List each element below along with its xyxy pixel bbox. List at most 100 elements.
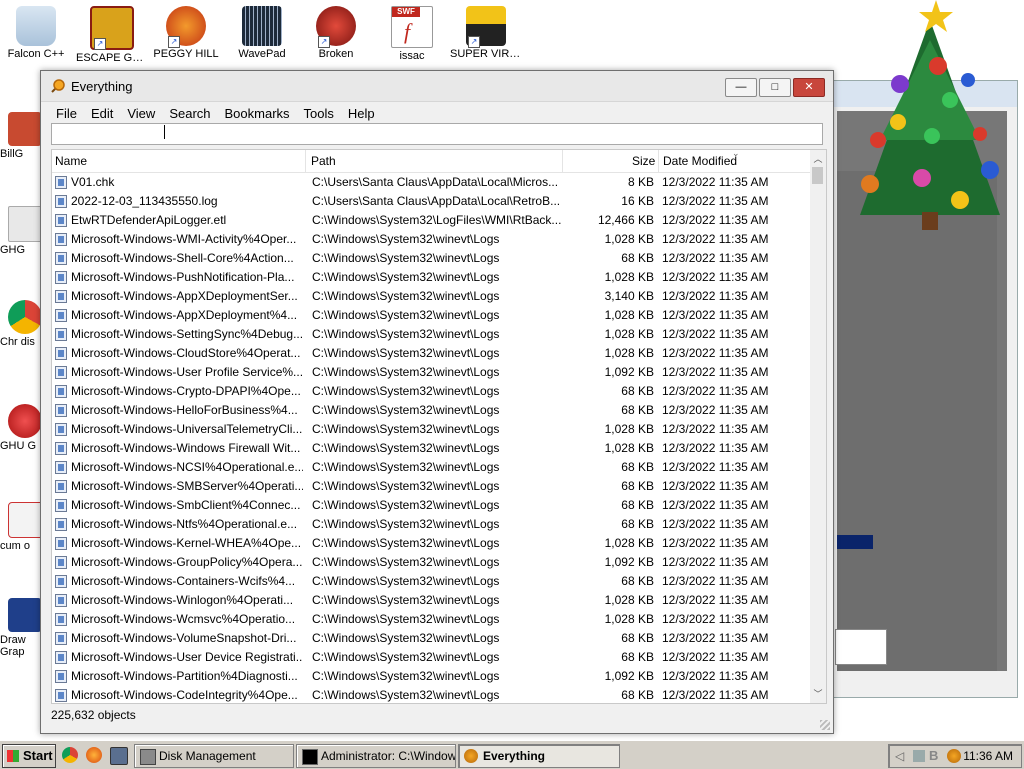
console-icon bbox=[302, 749, 318, 765]
desktop-icon-escape-ggp[interactable]: ↗ ESCAPE GGP bbox=[76, 0, 148, 64]
column-header-name[interactable]: Name bbox=[55, 154, 87, 168]
table-row[interactable]: Microsoft-Windows-NCSI%4Operational.e...… bbox=[52, 458, 810, 477]
scroll-down-icon[interactable]: ﹀ bbox=[810, 687, 826, 701]
table-row[interactable]: Microsoft-Windows-SmbClient%4Connec... C:… bbox=[52, 496, 810, 515]
volume-icon[interactable]: ◁ bbox=[895, 749, 909, 763]
table-row[interactable]: Microsoft-Windows-SMBServer%4Operati... C… bbox=[52, 477, 810, 496]
resize-grip[interactable] bbox=[820, 720, 830, 730]
background-window-pane bbox=[837, 171, 997, 671]
desktop-icon-label: SUPER VIRUS bbox=[450, 48, 522, 60]
vertical-scrollbar[interactable]: ︿ ﹀ bbox=[810, 150, 826, 703]
desktop-icon-ghu[interactable]: GHU G bbox=[0, 404, 40, 452]
minimize-button[interactable]: — bbox=[725, 78, 757, 97]
table-row[interactable]: Microsoft-Windows-Winlogon%4Operati... C:… bbox=[52, 591, 810, 610]
clock[interactable]: 11:36 AM bbox=[963, 749, 1013, 763]
column-separator[interactable] bbox=[658, 150, 659, 172]
network-icon[interactable] bbox=[913, 750, 925, 762]
desktop-icon-billg[interactable]: BillG bbox=[0, 112, 40, 160]
firefox-icon[interactable] bbox=[86, 747, 102, 763]
table-row[interactable]: Microsoft-Windows-VolumeSnapshot-Dri... C… bbox=[52, 629, 810, 648]
table-row[interactable]: Microsoft-Windows-SettingSync%4Debug... C… bbox=[52, 325, 810, 344]
column-separator[interactable] bbox=[305, 150, 306, 172]
desktop-icon-super-virus[interactable]: ↗ SUPER VIRUS bbox=[450, 0, 522, 60]
desktop-icon-cum[interactable]: cum o bbox=[0, 502, 40, 552]
scroll-thumb[interactable] bbox=[812, 167, 823, 184]
table-row[interactable]: Microsoft-Windows-GroupPolicy%4Opera... C… bbox=[52, 553, 810, 572]
background-dropdown[interactable] bbox=[835, 629, 887, 665]
table-row[interactable]: Microsoft-Windows-Containers-Wcifs%4... C… bbox=[52, 572, 810, 591]
desktop-icon-label: GHG bbox=[0, 244, 26, 256]
file-size: 1,028 KB bbox=[604, 232, 654, 246]
file-size: 68 KB bbox=[621, 460, 654, 474]
table-row[interactable]: Microsoft-Windows-User Device Registrati… bbox=[52, 648, 810, 667]
table-row[interactable]: Microsoft-Windows-WMI-Activity%4Oper... C… bbox=[52, 230, 810, 249]
everything-tray-icon[interactable] bbox=[947, 749, 961, 763]
table-row[interactable]: Microsoft-Windows-Ntfs%4Operational.e...… bbox=[52, 515, 810, 534]
file-size: 1,028 KB bbox=[604, 270, 654, 284]
maximize-button[interactable]: □ bbox=[759, 78, 791, 97]
desktop-icon-issac[interactable]: SWF f issac bbox=[376, 0, 448, 62]
results-list[interactable]: Name Path Size Date Modified ⌄ V01.chk C:… bbox=[51, 149, 827, 704]
table-row[interactable]: EtwRTDefenderApiLogger.etl C:\Windows\Sys… bbox=[52, 211, 810, 230]
file-name: Microsoft-Windows-Kernel-WHEA%4Ope... bbox=[71, 536, 302, 550]
desktop-icon-draw-graph[interactable]: Draw Grap bbox=[0, 598, 40, 658]
window-titlebar[interactable]: Everything — □ ✕ bbox=[41, 71, 833, 102]
menu-edit[interactable]: Edit bbox=[84, 106, 120, 121]
menu-file[interactable]: File bbox=[49, 106, 84, 121]
menu-bookmarks[interactable]: Bookmarks bbox=[218, 106, 297, 121]
column-header-path[interactable]: Path bbox=[311, 154, 336, 168]
desktop-icon-label: GHU G bbox=[0, 440, 37, 452]
desktop-icon-peggy-hill[interactable]: ↗ PEGGY HILL bbox=[150, 0, 222, 60]
file-size: 68 KB bbox=[621, 631, 654, 645]
start-button[interactable]: Start bbox=[2, 744, 56, 768]
desktop-icon-ghg[interactable]: GHG bbox=[0, 206, 40, 256]
column-header-size[interactable]: Size bbox=[632, 154, 655, 168]
file-name: Microsoft-Windows-SettingSync%4Debug... bbox=[71, 327, 303, 341]
file-path: C:\Windows\System32\winevt\Logs bbox=[312, 669, 500, 683]
table-row[interactable]: V01.chk C:\Users\Santa Claus\AppData\Loca… bbox=[52, 173, 810, 192]
table-row[interactable]: Microsoft-Windows-HelloForBusiness%4... C… bbox=[52, 401, 810, 420]
table-row[interactable]: Microsoft-Windows-Shell-Core%4Action... C… bbox=[52, 249, 810, 268]
table-row[interactable]: 2022-12-03_113435550.log C:\Users\Santa C… bbox=[52, 192, 810, 211]
app-icon bbox=[8, 112, 40, 146]
menu-tools[interactable]: Tools bbox=[297, 106, 341, 121]
task-administrator-console[interactable]: Administrator: C:\Windows... bbox=[296, 744, 456, 768]
chrome-icon[interactable] bbox=[62, 747, 78, 763]
table-row[interactable]: Microsoft-Windows-Kernel-WHEA%4Ope... C:\… bbox=[52, 534, 810, 553]
table-row[interactable]: Microsoft-Windows-Crypto-DPAPI%4Ope... C:… bbox=[52, 382, 810, 401]
file-path: C:\Windows\System32\winevt\Logs bbox=[312, 688, 500, 702]
truck-game-icon: ↗ bbox=[466, 6, 506, 48]
file-date: 12/3/2022 11:35 AM bbox=[662, 308, 769, 322]
search-input[interactable] bbox=[51, 123, 823, 145]
b-app-icon[interactable]: B bbox=[929, 748, 943, 764]
table-row[interactable]: Microsoft-Windows-CodeIntegrity%4Ope... C… bbox=[52, 686, 810, 703]
table-row[interactable]: Microsoft-Windows-PushNotification-Pla..… bbox=[52, 268, 810, 287]
everything-window[interactable]: Everything — □ ✕ File Edit View Search B… bbox=[40, 70, 834, 734]
table-row[interactable]: Microsoft-Windows-Wcmsvc%4Operatio... C:\… bbox=[52, 610, 810, 629]
file-date: 12/3/2022 11:35 AM bbox=[662, 441, 769, 455]
table-row[interactable]: Microsoft-Windows-User Profile Service%.… bbox=[52, 363, 810, 382]
file-size: 1,028 KB bbox=[604, 612, 654, 626]
desktop-icon-wavepad[interactable]: WavePad bbox=[226, 0, 298, 60]
desktop-icon-falcon[interactable]: Falcon C++ bbox=[0, 0, 72, 60]
table-row[interactable]: Microsoft-Windows-AppXDeploymentSer... C:… bbox=[52, 287, 810, 306]
table-row[interactable]: Microsoft-Windows-AppXDeployment%4... C:\… bbox=[52, 306, 810, 325]
column-header-date[interactable]: Date Modified bbox=[663, 154, 737, 168]
scroll-up-icon[interactable]: ︿ bbox=[810, 152, 826, 166]
file-name: Microsoft-Windows-Wcmsvc%4Operatio... bbox=[71, 612, 296, 626]
task-everything[interactable]: Everything bbox=[458, 744, 620, 768]
show-desktop-icon[interactable] bbox=[110, 747, 128, 765]
desktop-icon-chrome-dis[interactable]: Chr dis bbox=[0, 300, 40, 348]
desktop-icon-broken[interactable]: ↗ Broken bbox=[300, 0, 372, 60]
table-row[interactable]: Microsoft-Windows-Partition%4Diagnosti..… bbox=[52, 667, 810, 686]
column-separator[interactable] bbox=[562, 150, 563, 172]
menu-help[interactable]: Help bbox=[341, 106, 382, 121]
menu-view[interactable]: View bbox=[120, 106, 162, 121]
menu-search[interactable]: Search bbox=[162, 106, 217, 121]
table-row[interactable]: Microsoft-Windows-Windows Firewall Wit..… bbox=[52, 439, 810, 458]
table-row[interactable]: Microsoft-Windows-UniversalTelemetryCli.… bbox=[52, 420, 810, 439]
close-button[interactable]: ✕ bbox=[793, 78, 825, 97]
table-row[interactable]: Microsoft-Windows-CloudStore%4Operat... C… bbox=[52, 344, 810, 363]
file-name: Microsoft-Windows-CodeIntegrity%4Ope... bbox=[71, 688, 298, 702]
task-disk-management[interactable]: Disk Management bbox=[134, 744, 294, 768]
